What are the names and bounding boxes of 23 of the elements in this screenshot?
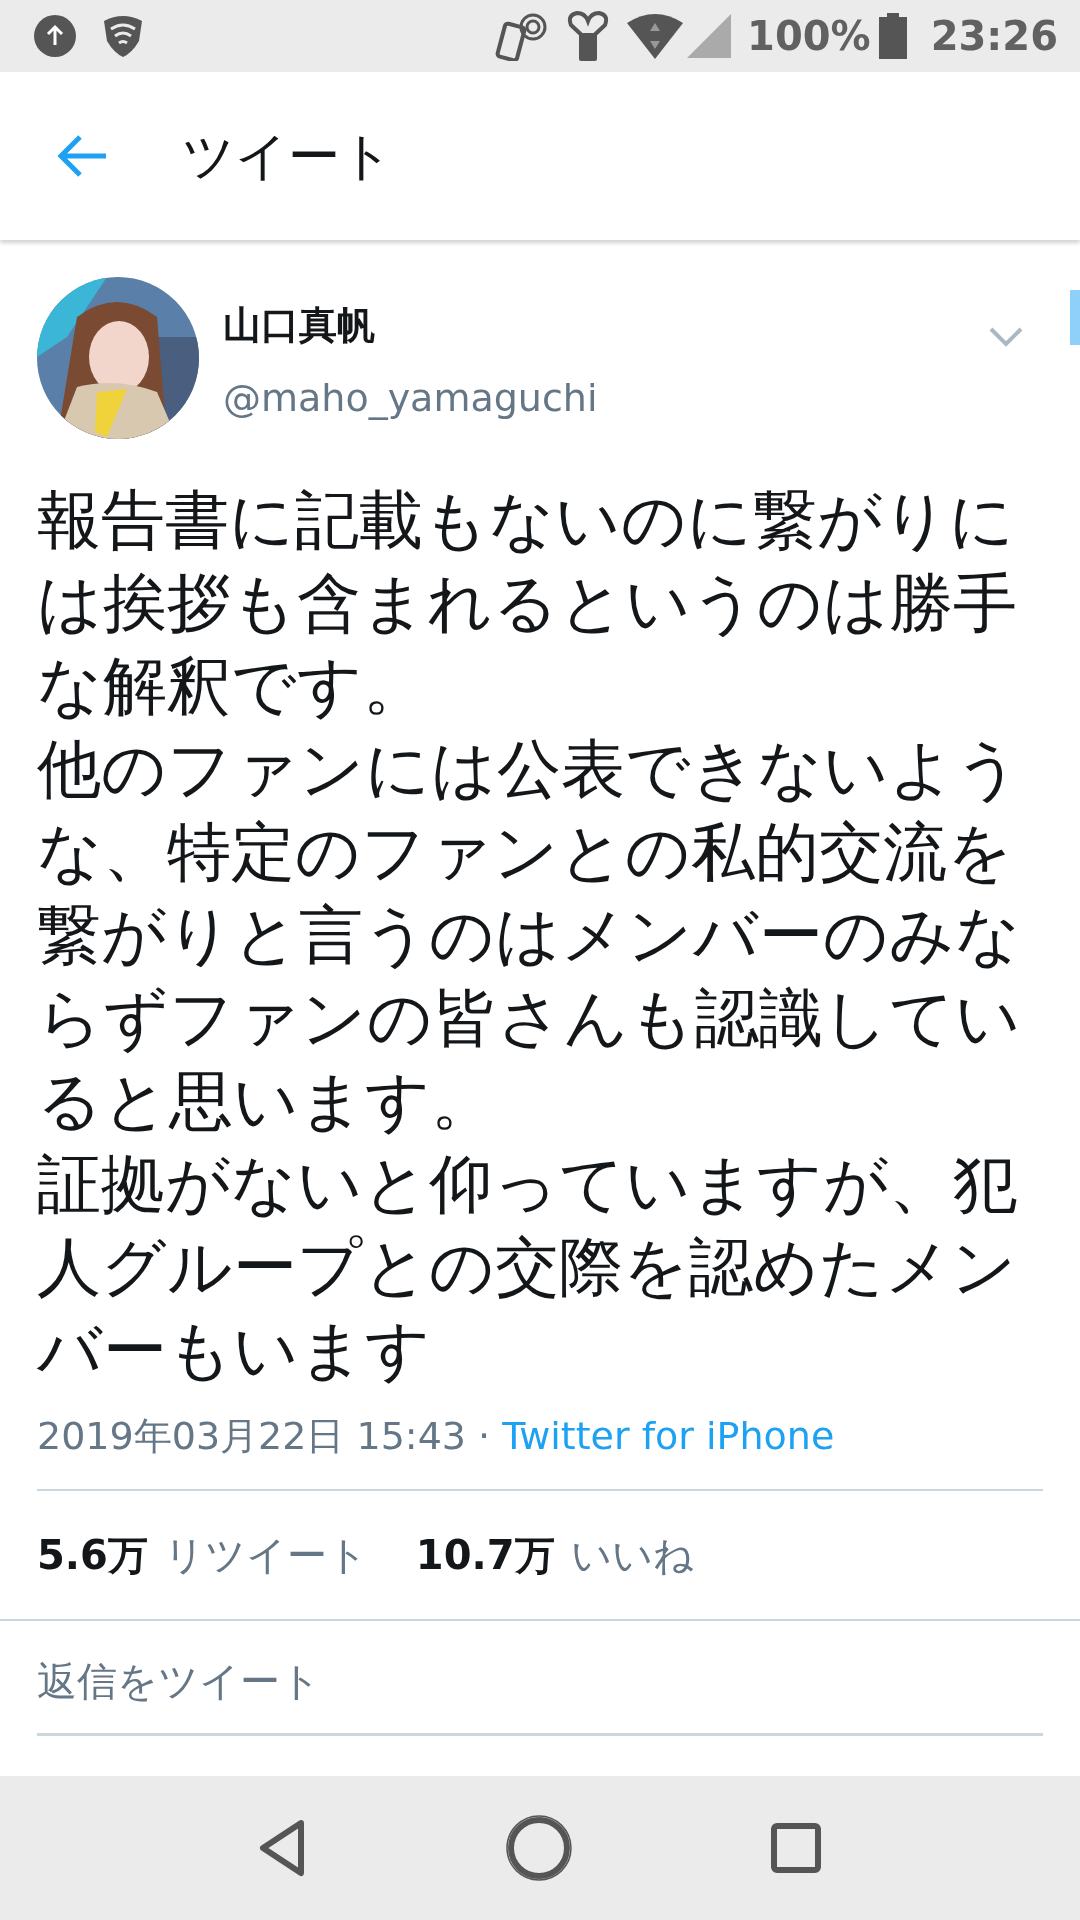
clock: 23:26 — [930, 12, 1058, 61]
stat-count: 10.7万 — [415, 1531, 555, 1580]
page-title: ツイート — [182, 125, 393, 188]
user-handle: @maho_yamaguchi — [223, 375, 599, 422]
stat-label[interactable]: いいね — [570, 1525, 694, 1585]
tweet-paragraph: 他のファンには公表できないような、特定のファンとの私的交流を繋がりと言うのはメンバーのみならずファンの皆さんも認識していると思います。 — [37, 731, 1022, 1140]
reply-field[interactable]: 返信をツイート — [37, 1621, 1043, 1736]
timestamp: 2019年03月22日 15:43 · — [37, 1414, 491, 1458]
recents-icon[interactable] — [770, 1823, 821, 1873]
stat-label[interactable]: リツイート — [163, 1525, 368, 1585]
scroll-thumb — [1070, 290, 1080, 345]
user-name: 山口真帆 — [223, 302, 376, 349]
home-icon[interactable] — [506, 1815, 572, 1881]
battery-percent: 100% — [747, 12, 871, 61]
wifi-icon — [627, 13, 684, 59]
upload-icon — [34, 15, 76, 57]
tweet-paragraph: 証拠がないと仰っていますが、犯人グループとの交際を認めたメンバーもいます — [37, 1146, 1018, 1389]
stat-count: 5.6万 — [37, 1531, 148, 1580]
source-link[interactable]: Twitter for iPhone — [502, 1414, 835, 1458]
battery-icon — [878, 13, 907, 59]
tweet-paragraph: 報告書に記載もないのに繋がりには挨拶も含まれるというのは勝手な解釈です。 — [37, 482, 1018, 725]
back-icon[interactable] — [56, 134, 108, 178]
signal-icon — [687, 14, 732, 58]
